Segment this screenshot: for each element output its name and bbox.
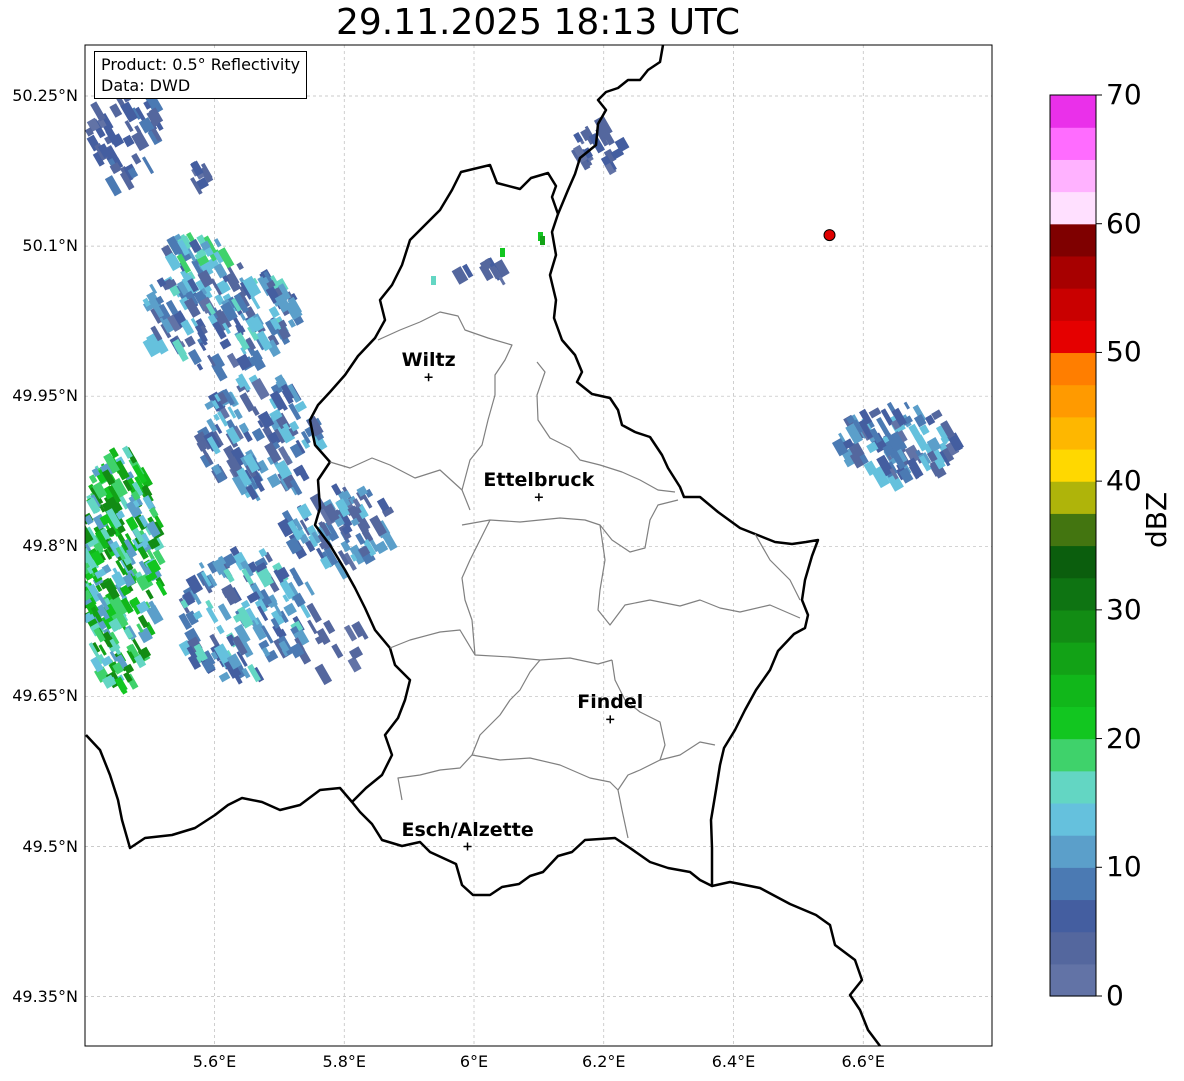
colorbar-segment xyxy=(1050,352,1096,386)
colorbar-tick-label: 40 xyxy=(1106,464,1142,498)
city-label: Findel xyxy=(577,691,644,714)
lat-tick-label: 49.8°N xyxy=(22,536,78,556)
colorbar-segment xyxy=(1050,448,1096,482)
colorbar-segment xyxy=(1050,95,1096,128)
info-box: Product: 0.5° Reflectivity Data: DWD xyxy=(94,51,308,99)
colorbar-segment xyxy=(1050,481,1096,514)
lat-tick-label: 49.35°N xyxy=(12,986,78,1006)
colorbar-segment xyxy=(1050,577,1096,611)
colorbar-segment xyxy=(1050,416,1096,450)
colorbar-segment xyxy=(1050,770,1096,804)
lon-tick-label: 6.4°E xyxy=(711,1052,756,1071)
colorbar-label: dBZ xyxy=(1140,491,1173,548)
colorbar-segment xyxy=(1050,706,1096,740)
colorbar-segment xyxy=(1050,255,1096,289)
colorbar-segment xyxy=(1050,159,1096,193)
colorbar-segment xyxy=(1050,642,1096,675)
lat-tick-label: 49.65°N xyxy=(12,686,78,706)
colorbar-segment xyxy=(1050,384,1096,418)
lon-tick-label: 6.6°E xyxy=(841,1052,886,1071)
colorbar-segment xyxy=(1050,867,1096,901)
colorbar xyxy=(1049,94,1102,997)
city-label: Esch/Alzette xyxy=(401,818,534,841)
colorbar-segment xyxy=(1050,738,1096,772)
lon-tick-label: 6°E xyxy=(459,1052,489,1071)
colorbar-segment xyxy=(1050,963,1096,997)
colorbar-tick-label: 0 xyxy=(1106,979,1124,1012)
lat-tick-label: 49.5°N xyxy=(22,836,78,856)
colorbar-tick-label: 30 xyxy=(1106,592,1142,626)
colorbar-segment xyxy=(1050,609,1096,643)
colorbar-tick-label: 10 xyxy=(1106,850,1142,884)
city-label: Ettelbruck xyxy=(483,469,595,492)
colorbar-segment xyxy=(1050,545,1096,579)
colorbar-segment xyxy=(1050,802,1096,836)
product-label: Product: 0.5° Reflectivity xyxy=(101,55,301,74)
colorbar-tick-label: 20 xyxy=(1106,721,1142,755)
data-source-label: Data: DWD xyxy=(101,76,191,95)
lat-tick-label: 50.1°N xyxy=(22,236,78,256)
colorbar-segment xyxy=(1050,674,1096,707)
lon-tick-label: 5.8°E xyxy=(322,1052,367,1071)
lat-tick-label: 50.25°N xyxy=(12,86,78,105)
lon-tick-label: 5.6°E xyxy=(192,1052,237,1071)
colorbar-segment xyxy=(1050,931,1096,965)
colorbar-segment xyxy=(1050,899,1096,933)
colorbar-segment xyxy=(1050,835,1096,868)
city-label: Wiltz xyxy=(401,349,456,372)
colorbar-tick-label: 60 xyxy=(1106,206,1142,240)
colorbar-segment xyxy=(1050,288,1096,321)
colorbar-tick-label: 50 xyxy=(1106,335,1142,369)
lat-tick-label: 49.95°N xyxy=(12,386,78,406)
colorbar-segment xyxy=(1050,320,1096,354)
colorbar-segment xyxy=(1050,223,1096,257)
colorbar-segment xyxy=(1050,513,1096,547)
colorbar-segment xyxy=(1050,127,1096,160)
lon-tick-label: 6.2°E xyxy=(581,1052,626,1071)
colorbar-tick-label: 70 xyxy=(1106,78,1142,111)
colorbar-segment xyxy=(1050,191,1096,225)
